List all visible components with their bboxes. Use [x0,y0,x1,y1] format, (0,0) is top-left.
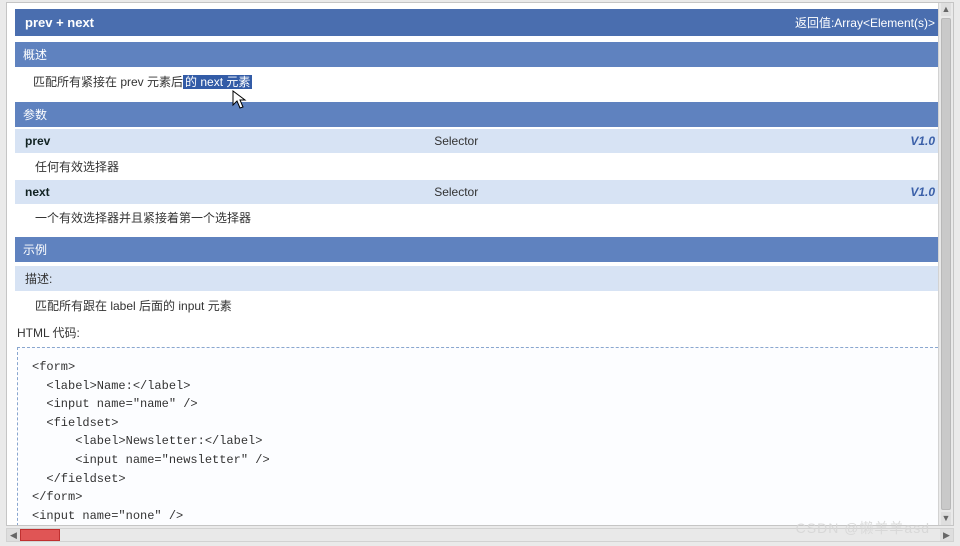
param-row-next: next Selector V1.0 [15,180,945,204]
param-desc-text: 一个有效选择器并且紧接着第一个选择器 [15,204,945,231]
html-code-label: HTML 代码: [15,320,945,343]
example-section-bar: 示例 [15,237,945,262]
overview-text: 匹配所有紧接在 prev 元素后的 next 元素 [15,67,945,96]
param-desc-next: 一个有效选择器并且紧接着第一个选择器 [15,204,945,231]
overview-section-bar: 概述 [15,42,945,67]
document-content: prev + next 返回值:Array<Element(s)> 概述 匹配所… [7,3,953,525]
param-type: Selector [424,129,777,153]
param-name: next [15,180,424,204]
overview-text-pre: 匹配所有紧接在 prev 元素后 [33,75,183,89]
params-table: prev Selector V1.0 任何有效选择器 next Selector… [15,129,945,231]
scroll-right-arrow-icon[interactable]: ▶ [940,529,953,541]
example-subhead: 描述: [15,266,945,291]
param-row-prev: prev Selector V1.0 [15,129,945,153]
params-section-bar: 参数 [15,102,945,127]
watermark: CSDN @懒羊羊asd [796,518,930,538]
param-type: Selector [424,180,777,204]
viewport: prev + next 返回值:Array<Element(s)> 概述 匹配所… [0,0,960,546]
title-bar: prev + next 返回值:Array<Element(s)> [15,9,945,36]
param-name: prev [15,129,424,153]
param-version: V1.0 [778,180,945,204]
vertical-scrollbar[interactable]: ▲ ▼ [938,3,953,525]
param-desc-prev: 任何有效选择器 [15,153,945,180]
html-code-block[interactable]: <form> <label>Name:</label> <input name=… [17,347,943,526]
param-desc-text: 任何有效选择器 [15,153,945,180]
document-frame: prev + next 返回值:Array<Element(s)> 概述 匹配所… [6,2,954,526]
vertical-scroll-thumb[interactable] [941,18,951,510]
return-type: 返回值:Array<Element(s)> [795,14,935,31]
overview-text-highlight: 的 next 元素 [183,75,252,89]
scroll-down-arrow-icon[interactable]: ▼ [941,512,951,525]
example-desc: 匹配所有跟在 label 后面的 input 元素 [15,291,945,320]
scroll-up-arrow-icon[interactable]: ▲ [941,3,951,16]
page-title: prev + next [25,15,94,30]
horizontal-scroll-thumb[interactable] [20,529,60,541]
scroll-left-arrow-icon[interactable]: ◀ [7,529,20,541]
param-version: V1.0 [778,129,945,153]
